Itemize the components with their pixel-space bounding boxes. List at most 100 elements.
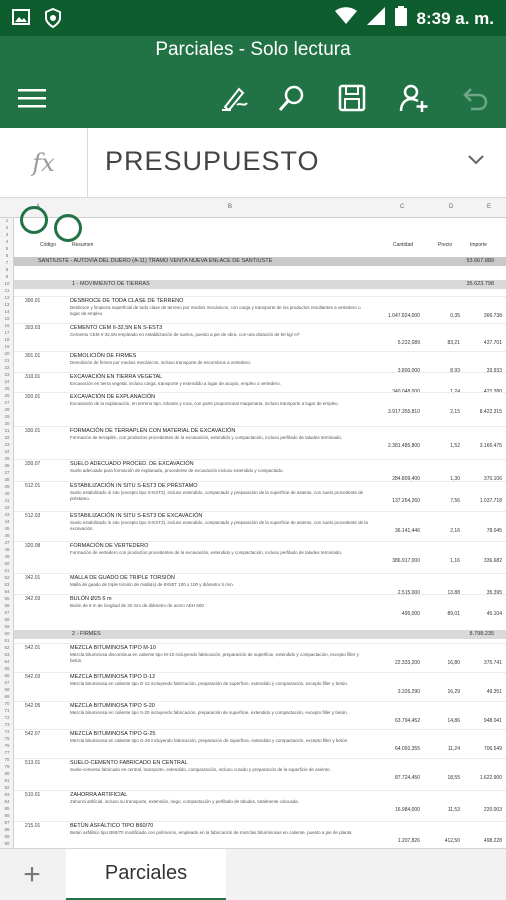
row-number[interactable]: 68 [0, 687, 14, 692]
row-number[interactable]: 88 [0, 827, 14, 832]
row-number[interactable]: 12 [0, 295, 14, 300]
column-header-c[interactable]: C [400, 204, 404, 210]
row-number[interactable]: 36 [0, 463, 14, 468]
row-number[interactable]: 3 [0, 232, 14, 237]
row-number[interactable]: 61 [0, 638, 14, 643]
row-number[interactable]: 33 [0, 442, 14, 447]
formula-value[interactable]: PRESUPUESTO [105, 146, 320, 177]
fx-icon[interactable]: fx [0, 128, 88, 198]
row-number[interactable]: 39 [0, 484, 14, 489]
row-number[interactable]: 28 [0, 407, 14, 412]
row-number[interactable]: 18 [0, 337, 14, 342]
row-number[interactable]: 52 [0, 575, 14, 580]
row-number[interactable]: 32 [0, 435, 14, 440]
row-number[interactable]: 31 [0, 428, 14, 433]
row-number[interactable]: 78 [0, 757, 14, 762]
row-number[interactable]: 51 [0, 568, 14, 573]
row-number[interactable]: 72 [0, 715, 14, 720]
row-number[interactable]: 76 [0, 743, 14, 748]
sheet-tab-parciales[interactable]: Parciales [66, 849, 226, 900]
row-number[interactable]: 15 [0, 316, 14, 321]
row-number[interactable]: 22 [0, 365, 14, 370]
row-number[interactable]: 26 [0, 393, 14, 398]
row-number[interactable]: 74 [0, 729, 14, 734]
row-number[interactable]: 13 [0, 302, 14, 307]
row-number[interactable]: 37 [0, 470, 14, 475]
row-number[interactable]: 79 [0, 764, 14, 769]
row-number[interactable]: 73 [0, 722, 14, 727]
row-number[interactable]: 20 [0, 351, 14, 356]
row-number[interactable]: 27 [0, 400, 14, 405]
row-number[interactable]: 2 [0, 225, 14, 230]
row-number[interactable]: 45 [0, 526, 14, 531]
row-number[interactable]: 54 [0, 589, 14, 594]
column-header-b[interactable]: B [228, 204, 232, 210]
row-number[interactable]: 4 [0, 239, 14, 244]
row-number[interactable]: 57 [0, 610, 14, 615]
row-number[interactable]: 82 [0, 785, 14, 790]
add-sheet-button[interactable]: + [0, 849, 64, 900]
row-number[interactable]: 46 [0, 533, 14, 538]
row-number[interactable]: 7 [0, 260, 14, 265]
chapter-row[interactable]: 1 - MOVIMIENTO DE TIERRAS 35.623.798 [14, 280, 506, 289]
row-number[interactable]: 48 [0, 547, 14, 552]
row-number[interactable]: 85 [0, 806, 14, 811]
row-number[interactable]: 17 [0, 330, 14, 335]
row-number[interactable]: 34 [0, 449, 14, 454]
save-icon[interactable] [334, 80, 370, 116]
row-number[interactable]: 89 [0, 834, 14, 839]
row-number[interactable]: 23 [0, 372, 14, 377]
row-number[interactable]: 63 [0, 652, 14, 657]
row-number[interactable]: 77 [0, 750, 14, 755]
row-number[interactable]: 44 [0, 519, 14, 524]
row-number[interactable]: 35 [0, 456, 14, 461]
row-number[interactable]: 49 [0, 554, 14, 559]
row-number[interactable]: 87 [0, 820, 14, 825]
row-number[interactable]: 65 [0, 666, 14, 671]
row-number[interactable]: 69 [0, 694, 14, 699]
row-number[interactable]: 5 [0, 246, 14, 251]
row-number[interactable]: 43 [0, 512, 14, 517]
row-number[interactable]: 1 [0, 218, 14, 223]
undo-icon[interactable] [456, 80, 492, 116]
row-number[interactable]: 16 [0, 323, 14, 328]
spreadsheet-grid[interactable]: A B C D E 1 2 3 4 5 6 7 8 9 10 11 12 13 14 15 16 17 18 19 2… [0, 198, 506, 848]
row-number[interactable]: 80 [0, 771, 14, 776]
row-number[interactable]: 9 [0, 274, 14, 279]
row-number[interactable]: 71 [0, 708, 14, 713]
row-number[interactable]: 67 [0, 680, 14, 685]
chapter-row[interactable]: 2 - FIRMES 8.798.235 [14, 630, 506, 639]
row-number[interactable]: 64 [0, 659, 14, 664]
row-number[interactable]: 30 [0, 421, 14, 426]
project-row[interactable]: SANTIUSTE - AUTOVÍA DEL DUERO (A-11) TRA… [14, 257, 506, 266]
row-number[interactable]: 83 [0, 792, 14, 797]
row-number[interactable]: 21 [0, 358, 14, 363]
selection-handle-start[interactable] [20, 206, 48, 234]
row-number[interactable]: 47 [0, 540, 14, 545]
row-number[interactable]: 14 [0, 309, 14, 314]
row-number[interactable]: 29 [0, 414, 14, 419]
row-number[interactable]: 55 [0, 596, 14, 601]
row-number[interactable]: 58 [0, 617, 14, 622]
search-icon[interactable] [274, 80, 310, 116]
column-header-d[interactable]: D [449, 204, 453, 210]
row-number[interactable]: 66 [0, 673, 14, 678]
row-number[interactable]: 90 [0, 841, 14, 846]
row-number[interactable]: 11 [0, 288, 14, 293]
row-number[interactable]: 60 [0, 631, 14, 636]
selection-handle-end[interactable] [54, 214, 82, 242]
row-number[interactable]: 53 [0, 582, 14, 587]
row-number[interactable]: 38 [0, 477, 14, 482]
row-number[interactable]: 40 [0, 491, 14, 496]
row-number[interactable]: 75 [0, 736, 14, 741]
row-number[interactable]: 6 [0, 253, 14, 258]
menu-icon[interactable] [14, 80, 50, 116]
row-number[interactable]: 19 [0, 344, 14, 349]
row-number[interactable]: 59 [0, 624, 14, 629]
row-number[interactable]: 41 [0, 498, 14, 503]
row-number[interactable]: 42 [0, 505, 14, 510]
row-number[interactable]: 81 [0, 778, 14, 783]
row-number[interactable]: 8 [0, 267, 14, 272]
row-number[interactable]: 84 [0, 799, 14, 804]
row-number[interactable]: 50 [0, 561, 14, 566]
